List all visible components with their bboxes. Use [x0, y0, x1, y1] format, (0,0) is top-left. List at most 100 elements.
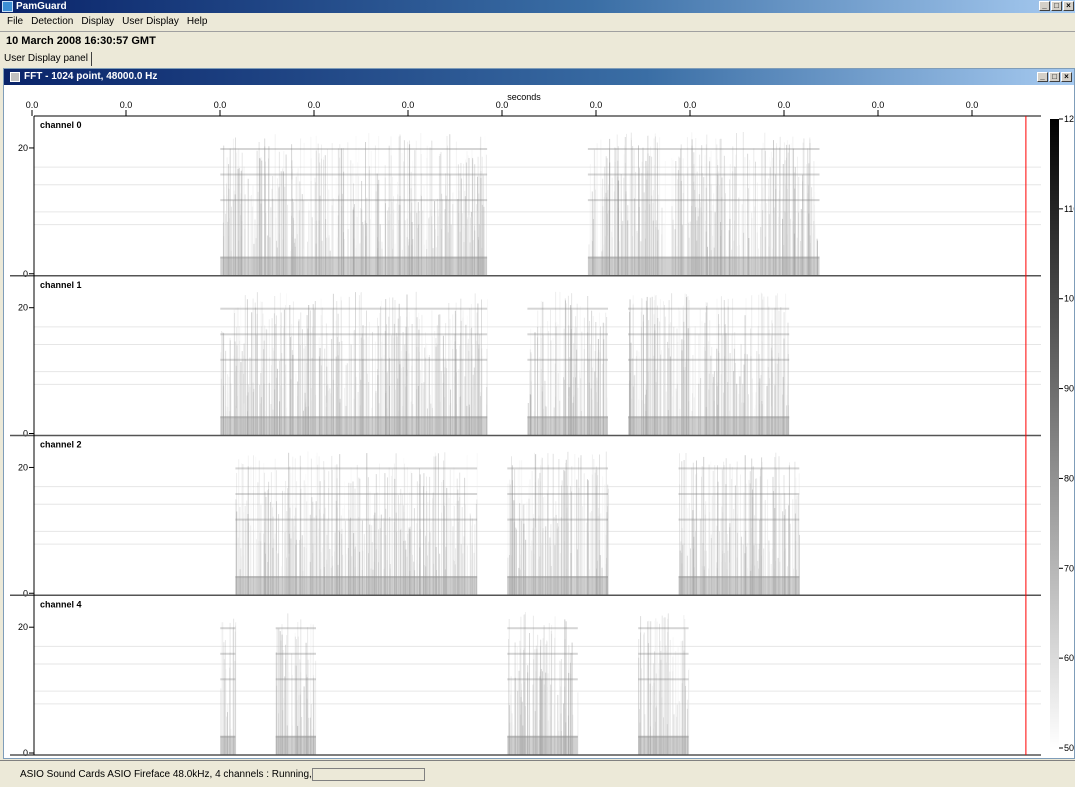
x-tick-label: 0.0 [308, 100, 321, 110]
spectral-energy-mark [274, 458, 276, 596]
harmonic-band [628, 358, 790, 361]
spectral-energy-mark [339, 144, 341, 276]
spectral-energy-mark [565, 303, 567, 436]
harmonic-band [220, 358, 488, 361]
spectral-energy-mark [358, 147, 360, 276]
harmonic-band [527, 333, 608, 336]
tab-user-display-panel[interactable]: User Display panel [1, 52, 92, 66]
frame-minimize-button[interactable]: _ [1037, 72, 1048, 82]
harmonic-band [220, 148, 251, 150]
spectral-energy-mark [521, 460, 523, 596]
menu-detection[interactable]: Detection [27, 14, 77, 30]
maximize-button[interactable]: □ [1051, 1, 1062, 11]
harmonic-band [220, 627, 236, 630]
spectral-energy-mark [745, 298, 747, 436]
spectral-energy-mark [650, 621, 652, 755]
y-tick-label: 0 [23, 588, 28, 598]
harmonic-band [235, 518, 478, 521]
y-tick-label: 0 [23, 269, 28, 279]
spectral-energy-mark [664, 617, 666, 755]
tab-bar: User Display panel [0, 52, 1075, 66]
x-axis-label: seconds [507, 92, 541, 102]
spectral-energy-mark [630, 137, 632, 276]
harmonic-band [638, 627, 689, 630]
spectral-energy-mark [395, 453, 397, 596]
spectral-energy-mark [570, 305, 572, 436]
spectral-energy-mark [286, 293, 287, 436]
x-tick-label: 0.0 [120, 100, 133, 110]
frame-maximize-button[interactable]: □ [1049, 72, 1060, 82]
spectral-energy-mark [242, 464, 244, 596]
buffer-progress-bar [312, 768, 425, 781]
colorbar [1050, 119, 1059, 748]
spectral-energy-mark [254, 302, 256, 436]
spectral-energy-mark [220, 622, 222, 755]
spectral-energy-mark [385, 299, 387, 436]
channel-label: channel 0 [40, 120, 82, 130]
low-frequency-energy [235, 576, 478, 596]
harmonic-band [220, 173, 251, 176]
harmonic-band [507, 652, 578, 655]
spectral-energy-mark [289, 305, 291, 436]
spectral-energy-mark [703, 456, 705, 596]
frame-close-button[interactable]: × [1061, 72, 1072, 82]
spectral-energy-mark [760, 292, 762, 436]
low-frequency-energy [507, 735, 578, 755]
spectral-energy-mark [244, 303, 246, 436]
channel-label: channel 4 [40, 599, 82, 609]
y-tick-label: 0 [23, 429, 28, 439]
current-datetime: 10 March 2008 16:30:57 GMT [6, 35, 156, 47]
menu-user-display[interactable]: User Display [118, 14, 183, 30]
spectral-energy-mark [477, 303, 479, 436]
frame-window-icon [10, 72, 20, 82]
y-tick-label: 0 [23, 748, 28, 758]
spectral-energy-mark [223, 145, 225, 276]
spectral-energy-mark [347, 142, 349, 276]
spectral-energy-mark [300, 466, 302, 596]
harmonic-band [220, 333, 488, 336]
colorbar-tick-label: 80 [1064, 473, 1074, 483]
spectral-energy-mark [615, 148, 617, 276]
spectral-energy-mark [307, 451, 309, 596]
harmonic-band [638, 678, 689, 681]
low-frequency-energy [587, 256, 820, 276]
x-tick-label: 0.0 [872, 100, 885, 110]
low-frequency-energy [638, 735, 689, 755]
spectral-energy-mark [380, 300, 382, 436]
spectral-energy-mark [802, 142, 804, 276]
spectral-energy-mark [646, 296, 648, 436]
harmonic-band [628, 333, 790, 336]
spectral-energy-mark [723, 300, 725, 436]
spectral-energy-mark [655, 618, 657, 755]
menu-file[interactable]: File [3, 14, 27, 30]
spectral-energy-mark [336, 464, 338, 596]
spectral-energy-mark [578, 457, 580, 596]
spectral-energy-mark [716, 298, 718, 436]
spectral-energy-mark [691, 139, 693, 276]
low-frequency-energy [220, 416, 488, 436]
spectral-energy-mark [455, 141, 457, 276]
harmonic-band [250, 148, 488, 150]
close-button[interactable]: × [1063, 1, 1074, 11]
menu-display[interactable]: Display [77, 14, 118, 30]
spectral-energy-mark [792, 136, 794, 276]
x-tick-label: 0.0 [684, 100, 697, 110]
colorbar-tick-label: 110 [1064, 204, 1074, 214]
low-frequency-energy [507, 576, 608, 596]
spectral-energy-mark [511, 456, 512, 596]
minimize-button[interactable]: _ [1039, 1, 1050, 11]
x-tick-label: 0.0 [966, 100, 979, 110]
harmonic-band [275, 678, 316, 681]
spectral-energy-mark [443, 460, 445, 596]
spectral-energy-mark [691, 467, 693, 596]
title-bar: PamGuard _ □ × [0, 0, 1075, 13]
spectral-energy-mark [320, 298, 322, 436]
spectral-energy-mark [340, 296, 342, 436]
harmonic-band [507, 493, 608, 495]
harmonic-band [678, 493, 800, 495]
spectral-energy-mark [727, 306, 729, 436]
menu-help[interactable]: Help [183, 14, 212, 30]
spectral-energy-mark [355, 136, 357, 276]
spectral-energy-mark [532, 615, 534, 755]
harmonic-band [507, 518, 608, 521]
